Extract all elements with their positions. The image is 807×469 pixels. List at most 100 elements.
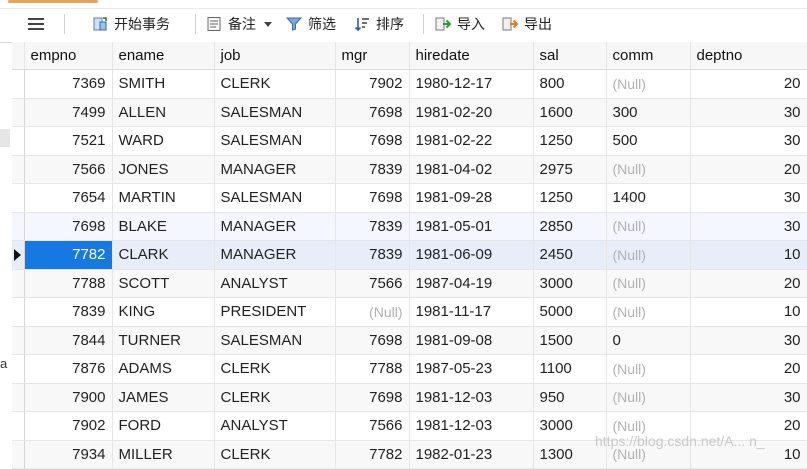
- table-cell-job[interactable]: CLERK: [214, 354, 336, 384]
- table-cell-hiredate[interactable]: 1981-11-17: [409, 297, 534, 327]
- table-cell-hiredate[interactable]: 1981-06-09: [409, 240, 534, 270]
- table-row[interactable]: 7844 TURNER SALESMAN 7698 1981-09-08 1500 0 30: [12, 326, 807, 355]
- table-cell-ename[interactable]: BLAKE: [112, 212, 215, 241]
- table-cell-ename[interactable]: FORD: [112, 411, 215, 441]
- table-cell-hiredate[interactable]: 1981-12-03: [409, 411, 534, 441]
- table-cell-mgr[interactable]: 7698: [335, 326, 410, 355]
- table-cell-deptno[interactable]: 10: [690, 240, 807, 270]
- table-cell-mgr[interactable]: 7698: [335, 183, 410, 213]
- table-cell-comm[interactable]: (Null): [606, 269, 691, 298]
- export-button[interactable]: 导出: [502, 14, 552, 34]
- table-cell-deptno[interactable]: 30: [690, 212, 807, 241]
- table-row[interactable]: 7839 KING PRESIDENT (Null) 1981-11-17 5000 (Nu…: [12, 297, 807, 327]
- table-cell-comm[interactable]: 1400: [606, 183, 691, 213]
- import-button[interactable]: 导入: [435, 14, 485, 34]
- table-cell-ename[interactable]: KING: [112, 297, 215, 327]
- table-cell-sal[interactable]: 1100: [533, 354, 607, 384]
- table-row[interactable]: 7521 WARD SALESMAN 7698 1981-02-22 1250 500 30: [12, 126, 807, 156]
- table-cell-deptno[interactable]: 10: [690, 297, 807, 327]
- table-cell-empno[interactable]: 7900: [24, 383, 113, 412]
- table-cell-deptno[interactable]: 30: [690, 326, 807, 355]
- sort-button[interactable]: 排序: [354, 14, 404, 34]
- column-header-deptno[interactable]: deptno: [690, 42, 807, 70]
- table-cell-ename[interactable]: WARD: [112, 126, 215, 156]
- table-cell-hiredate[interactable]: 1981-04-02: [409, 155, 534, 184]
- row-header[interactable]: [12, 354, 25, 384]
- table-cell-deptno[interactable]: 20: [690, 354, 807, 384]
- table-cell-job[interactable]: SALESMAN: [214, 98, 336, 127]
- table-cell-ename[interactable]: ADAMS: [112, 354, 215, 384]
- row-header[interactable]: [12, 269, 25, 298]
- table-cell-hiredate[interactable]: 1980-12-17: [409, 69, 534, 99]
- table-cell-job[interactable]: CLERK: [214, 383, 336, 412]
- table-row[interactable]: 7876 ADAMS CLERK 7788 1987-05-23 1100 (Null) 20: [12, 354, 807, 384]
- table-cell-comm[interactable]: (Null): [606, 383, 691, 412]
- table-cell-deptno[interactable]: 20: [690, 155, 807, 184]
- table-cell-mgr[interactable]: 7566: [335, 411, 410, 441]
- table-cell-ename[interactable]: MILLER: [112, 440, 215, 469]
- table-cell-ename[interactable]: SCOTT: [112, 269, 215, 298]
- left-edge-tab[interactable]: [0, 129, 10, 147]
- table-cell-sal[interactable]: 5000: [533, 297, 607, 327]
- table-row[interactable]: 7900 JAMES CLERK 7698 1981-12-03 950 (Null) 30: [12, 383, 807, 412]
- table-cell-hiredate[interactable]: 1981-09-08: [409, 326, 534, 355]
- table-cell-empno[interactable]: 7566: [24, 155, 113, 184]
- table-cell-ename[interactable]: CLARK: [112, 240, 215, 270]
- table-cell-ename[interactable]: SMITH: [112, 69, 215, 99]
- table-row[interactable]: 7788 SCOTT ANALYST 7566 1987-04-19 3000 (Null)…: [12, 269, 807, 298]
- table-cell-ename[interactable]: TURNER: [112, 326, 215, 355]
- table-cell-job[interactable]: SALESMAN: [214, 326, 336, 355]
- table-cell-mgr[interactable]: 7839: [335, 212, 410, 241]
- table-cell-job[interactable]: SALESMAN: [214, 126, 336, 156]
- table-cell-empno[interactable]: 7839: [24, 297, 113, 327]
- table-cell-sal[interactable]: 1250: [533, 126, 607, 156]
- column-header-hiredate[interactable]: hiredate: [409, 42, 534, 70]
- table-cell-empno[interactable]: 7698: [24, 212, 113, 241]
- table-cell-sal[interactable]: 2975: [533, 155, 607, 184]
- begin-transaction-button[interactable]: 开始事务: [92, 14, 170, 34]
- column-header-empno[interactable]: empno: [24, 42, 113, 70]
- table-cell-empno[interactable]: 7844: [24, 326, 113, 355]
- table-cell-deptno[interactable]: 30: [690, 126, 807, 156]
- table-cell-hiredate[interactable]: 1981-09-28: [409, 183, 534, 213]
- table-cell-empno[interactable]: 7902: [24, 411, 113, 441]
- row-header[interactable]: [12, 326, 25, 355]
- table-cell-mgr[interactable]: 7566: [335, 269, 410, 298]
- table-cell-job[interactable]: MANAGER: [214, 155, 336, 184]
- table-row[interactable]: 7499 ALLEN SALESMAN 7698 1981-02-20 1600 300 30: [12, 98, 807, 127]
- row-header[interactable]: [12, 183, 25, 213]
- table-cell-comm[interactable]: (Null): [606, 354, 691, 384]
- table-cell-empno[interactable]: 7654: [24, 183, 113, 213]
- table-cell-job[interactable]: PRESIDENT: [214, 297, 336, 327]
- table-cell-hiredate[interactable]: 1981-05-01: [409, 212, 534, 241]
- filter-button[interactable]: 筛选: [285, 14, 336, 34]
- table-cell-empno[interactable]: 7782: [24, 240, 113, 270]
- row-header[interactable]: [12, 411, 25, 441]
- table-cell-job[interactable]: CLERK: [214, 440, 336, 469]
- row-header[interactable]: [12, 126, 25, 156]
- table-cell-hiredate[interactable]: 1981-12-03: [409, 383, 534, 412]
- table-cell-hiredate[interactable]: 1981-02-22: [409, 126, 534, 156]
- table-cell-job[interactable]: MANAGER: [214, 212, 336, 241]
- row-header[interactable]: [12, 440, 25, 469]
- row-header[interactable]: [12, 240, 25, 270]
- column-header-mgr[interactable]: mgr: [335, 42, 410, 70]
- row-header[interactable]: [12, 69, 25, 99]
- table-row[interactable]: 7566 JONES MANAGER 7839 1981-04-02 2975 (Null)…: [12, 155, 807, 184]
- table-cell-mgr[interactable]: 7698: [335, 383, 410, 412]
- table-cell-empno[interactable]: 7499: [24, 98, 113, 127]
- column-header-job[interactable]: job: [214, 42, 336, 70]
- table-cell-hiredate[interactable]: 1981-02-20: [409, 98, 534, 127]
- table-cell-deptno[interactable]: 20: [690, 69, 807, 99]
- table-cell-job[interactable]: CLERK: [214, 69, 336, 99]
- table-cell-empno[interactable]: 7788: [24, 269, 113, 298]
- table-cell-empno[interactable]: 7876: [24, 354, 113, 384]
- table-cell-comm[interactable]: (Null): [606, 212, 691, 241]
- table-cell-ename[interactable]: MARTIN: [112, 183, 215, 213]
- note-button[interactable]: 备注: [206, 14, 272, 34]
- table-cell-sal[interactable]: 2450: [533, 240, 607, 270]
- table-cell-mgr[interactable]: 7902: [335, 69, 410, 99]
- table-cell-empno[interactable]: 7369: [24, 69, 113, 99]
- table-cell-job[interactable]: ANALYST: [214, 411, 336, 441]
- row-header[interactable]: [12, 212, 25, 241]
